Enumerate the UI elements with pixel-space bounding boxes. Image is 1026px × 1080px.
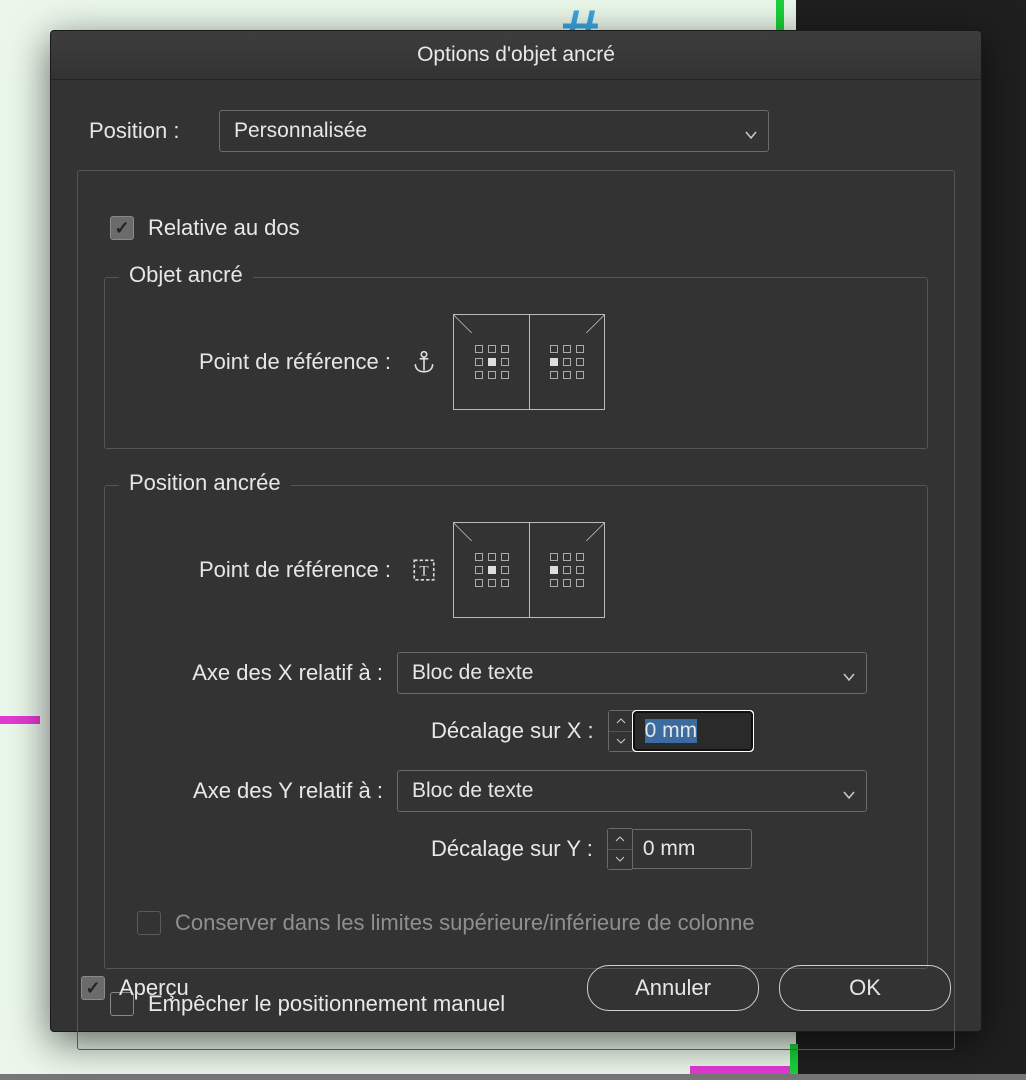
y-offset-label: Décalage sur Y :: [431, 836, 607, 862]
chevron-down-icon: [842, 784, 856, 798]
keep-within-checkbox: [137, 911, 161, 935]
y-axis-dropdown[interactable]: Bloc de texte: [397, 770, 867, 812]
anchored-position-legend: Position ancrée: [119, 470, 291, 496]
anchored-position-refpoint-proxy[interactable]: [453, 522, 607, 618]
x-axis-dropdown[interactable]: Bloc de texte: [397, 652, 867, 694]
preview-checkbox[interactable]: [81, 976, 105, 1000]
keep-within-label: Conserver dans les limites supérieure/in…: [175, 910, 755, 936]
position-label: Position :: [89, 118, 219, 144]
x-axis-label: Axe des X relatif à :: [131, 660, 397, 686]
anchored-object-refpoint-label: Point de référence :: [131, 349, 401, 375]
relative-to-spine-row: Relative au dos: [110, 215, 928, 241]
preview-label: Aperçu: [119, 975, 189, 1001]
chevron-down-icon: [842, 666, 856, 680]
x-offset-row: Décalage sur X :: [131, 710, 901, 752]
anchored-object-fieldset: Objet ancré Point de référence :: [104, 277, 928, 449]
x-offset-input[interactable]: [633, 711, 753, 751]
position-row: Position : Personnalisée: [89, 110, 955, 152]
relative-to-spine-checkbox[interactable]: [110, 216, 134, 240]
dialog-footer: Aperçu Annuler OK: [51, 965, 981, 1011]
svg-text:T: T: [419, 562, 428, 579]
ok-button[interactable]: OK: [779, 965, 951, 1011]
x-offset-stepper[interactable]: [608, 710, 633, 752]
ok-button-label: OK: [849, 975, 881, 1001]
y-offset-input[interactable]: [632, 829, 752, 869]
anchored-position-refpoint-row: Point de référence : T: [131, 522, 901, 618]
keep-within-row: Conserver dans les limites supérieure/in…: [137, 910, 901, 936]
relative-to-spine-label: Relative au dos: [148, 215, 300, 241]
x-offset-label: Décalage sur X :: [431, 718, 608, 744]
position-dropdown[interactable]: Personnalisée: [219, 110, 769, 152]
y-offset-step-up[interactable]: [608, 829, 632, 850]
anchored-object-options-dialog: Options d'objet ancré Position : Personn…: [50, 30, 982, 1032]
anchored-object-legend: Objet ancré: [119, 262, 253, 288]
x-axis-dropdown-value: Bloc de texte: [412, 661, 533, 685]
cancel-button[interactable]: Annuler: [587, 965, 759, 1011]
anchored-position-fieldset: Position ancrée Point de référence : T: [104, 485, 928, 969]
x-offset-step-up[interactable]: [609, 711, 633, 732]
main-fieldset: Relative au dos Objet ancré Point de réf…: [77, 170, 955, 1050]
x-offset-step-down[interactable]: [609, 732, 633, 752]
y-axis-label: Axe des Y relatif à :: [131, 778, 397, 804]
anchored-position-refpoint-label: Point de référence :: [131, 557, 401, 583]
anchor-icon: [411, 349, 437, 375]
y-offset-step-down[interactable]: [608, 850, 632, 870]
cancel-button-label: Annuler: [635, 975, 711, 1001]
textframe-icon: T: [411, 557, 437, 583]
y-offset-row: Décalage sur Y :: [131, 828, 901, 870]
position-dropdown-value: Personnalisée: [234, 119, 367, 143]
y-axis-dropdown-value: Bloc de texte: [412, 779, 533, 803]
dialog-title: Options d'objet ancré: [51, 31, 981, 80]
x-axis-row: Axe des X relatif à : Bloc de texte: [131, 652, 901, 694]
chevron-down-icon: [744, 124, 758, 138]
anchored-object-refpoint-row: Point de référence :: [131, 314, 901, 410]
y-axis-row: Axe des Y relatif à : Bloc de texte: [131, 770, 901, 812]
y-offset-stepper[interactable]: [607, 828, 632, 870]
anchored-object-refpoint-proxy[interactable]: [453, 314, 607, 410]
